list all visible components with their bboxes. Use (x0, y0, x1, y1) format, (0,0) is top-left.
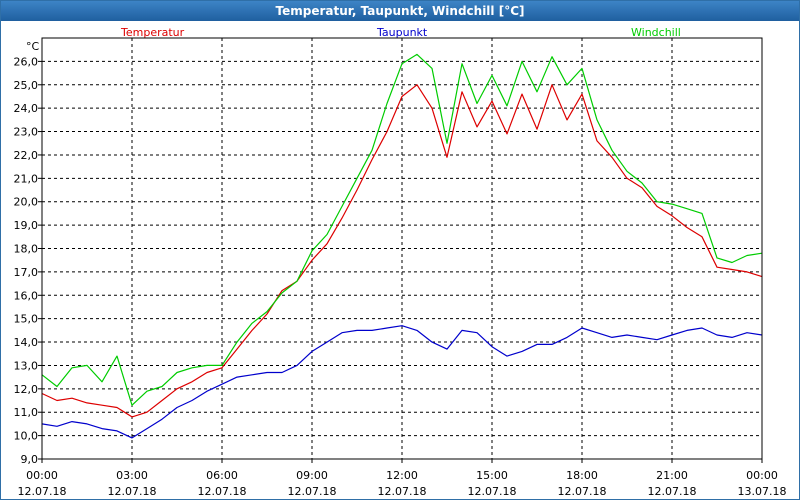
y-tick-label: 14,0 (14, 336, 39, 349)
x-tick-date: 12.07.18 (648, 485, 697, 498)
x-tick-time: 12:00 (386, 469, 418, 482)
x-tick-time: 18:00 (566, 469, 598, 482)
x-tick-time: 21:00 (656, 469, 688, 482)
line-chart: 9,0 10,0 11,0 12,0 13,0 14,0 15,0 16,0 17,0 18,0 1… (14, 37, 787, 498)
x-tick-time: 09:00 (296, 469, 328, 482)
x-tick-date: 12.07.18 (468, 485, 517, 498)
x-tick-time: 06:00 (206, 469, 238, 482)
y-tick-label: 19,0 (14, 219, 39, 232)
y-tick-label: 12,0 (14, 383, 39, 396)
x-tick-date: 12.07.18 (288, 485, 337, 498)
x-tick-date: 13.07.18 (738, 485, 787, 498)
y-tick-label: 26,0 (14, 55, 39, 68)
x-tick-date: 12.07.18 (198, 485, 247, 498)
x-tick-time: 00:00 (746, 469, 778, 482)
chart-window: Temperatur, Taupunkt, Windchill [°C] Tem… (0, 0, 800, 500)
y-tick-label: 13,0 (14, 359, 39, 372)
y-tick-label: 9,0 (21, 453, 39, 466)
x-tick-time: 15:00 (476, 469, 508, 482)
x-tick-date: 12.07.18 (108, 485, 157, 498)
y-tick-label: 21,0 (14, 172, 39, 185)
x-tick-time: 00:00 (26, 469, 58, 482)
y-tick-label: 11,0 (14, 406, 39, 419)
x-tick-date: 12.07.18 (558, 485, 607, 498)
y-tick-label: 18,0 (14, 243, 39, 256)
y-tick-label: 10,0 (14, 430, 39, 443)
y-tick-label: 25,0 (14, 79, 39, 92)
y-axis-label: °C (26, 40, 40, 53)
x-tick-time: 03:00 (116, 469, 148, 482)
y-tick-label: 20,0 (14, 196, 39, 209)
x-tick-date: 12.07.18 (378, 485, 427, 498)
y-tick-label: 17,0 (14, 266, 39, 279)
x-tick-date: 12.07.18 (18, 485, 67, 498)
y-tick-label: 15,0 (14, 313, 39, 326)
y-tick-label: 22,0 (14, 149, 39, 162)
y-tick-label: 24,0 (14, 102, 39, 115)
y-tick-label: 16,0 (14, 289, 39, 302)
y-tick-label: 23,0 (14, 126, 39, 139)
